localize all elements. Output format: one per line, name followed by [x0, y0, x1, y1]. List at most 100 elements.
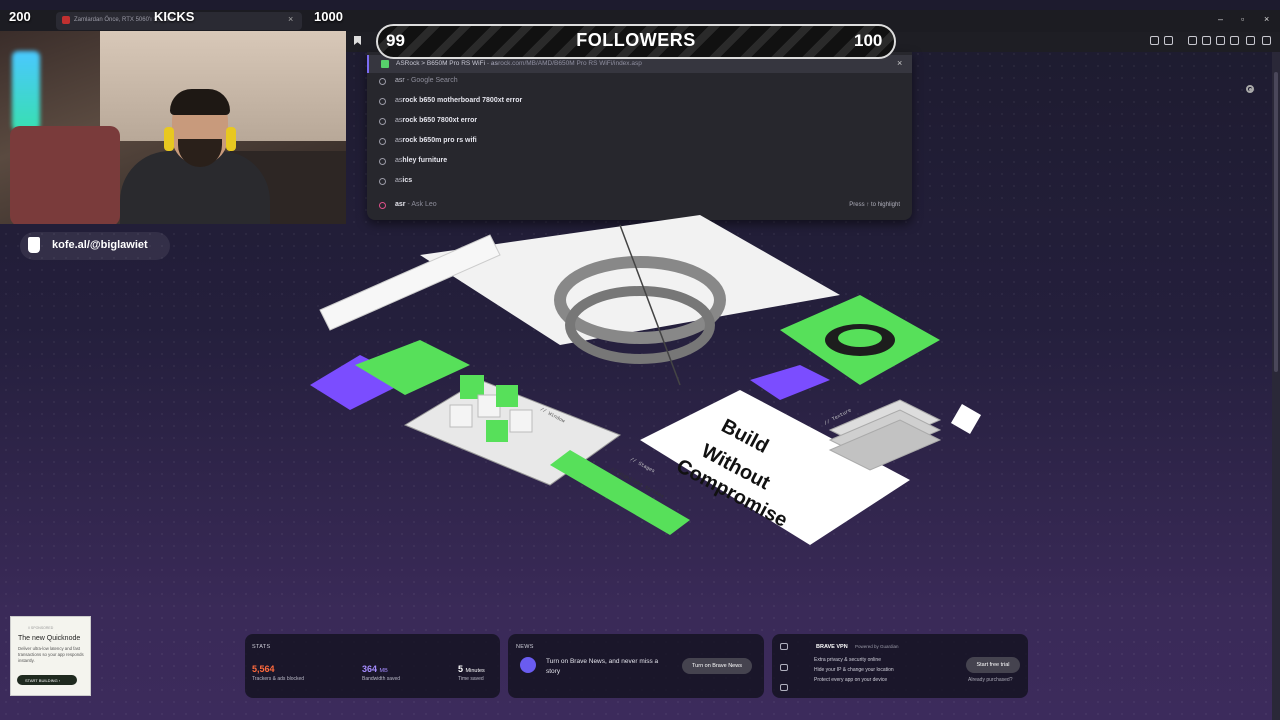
suggestion-text: asrock b650 motherboard 7800xt error: [395, 97, 522, 104]
vpn-feature: Hide your IP & change your location: [814, 667, 894, 673]
suggestion-history[interactable]: asrock b650m pro rs wifi: [367, 133, 912, 151]
ad-sponsored-tag: // SPONSORED: [28, 626, 54, 630]
vpn-warning-icon: [780, 664, 788, 671]
completion-text: rock b650 7800xt error: [402, 117, 478, 124]
suggestion-text: asrock b650 7800xt error: [395, 117, 477, 124]
followers-title: FOLLOWERS: [576, 30, 696, 50]
followers-current: 99: [386, 31, 405, 50]
news-label: NEWS: [516, 644, 534, 650]
webcam-feed: [0, 31, 346, 224]
suggestion-source: - Google Search: [406, 77, 458, 84]
media-icon[interactable]: [1188, 36, 1197, 45]
history-icon: [379, 98, 386, 105]
shield-icon[interactable]: [1246, 36, 1255, 45]
illus-main-sheet: [420, 215, 840, 345]
trackers-blocked-label: Trackers & ads blocked: [252, 676, 305, 682]
top-match-url: rock.com/MB/AMD/B650M Pro RS WiFi/index.…: [498, 60, 642, 67]
history-icon: [379, 138, 386, 145]
top-match-site: ASRock > B650M Pro RS WiFi: [396, 60, 486, 67]
suggestion-history[interactable]: asrock b650 7800xt error: [367, 113, 912, 131]
history-icon: [379, 118, 386, 125]
menu-icon[interactable]: [1262, 36, 1271, 45]
cam-light: [12, 51, 40, 131]
close-window-icon[interactable]: ×: [1264, 14, 1269, 24]
leo-icon: [379, 202, 386, 209]
site-favicon-icon: [381, 60, 389, 68]
top-match-text: ASRock > B650M Pro RS WiFi - asrock.com/…: [396, 60, 642, 67]
restore-icon[interactable]: ▫: [1241, 14, 1244, 24]
search-icon: [379, 178, 386, 185]
vpn-feature: Extra privacy & security online: [814, 657, 881, 663]
ad-cta-button[interactable]: START BUILDING ›: [17, 675, 77, 685]
suggestion-search[interactable]: ashley furniture: [367, 153, 912, 171]
cup-icon: [28, 237, 40, 253]
turn-on-news-button[interactable]: Turn on Brave News: [682, 658, 752, 674]
suggestion-text: asics: [395, 177, 412, 184]
vpn-device-icon: [780, 684, 788, 691]
suggestion-history[interactable]: asrock b650 motherboard 7800xt error: [367, 93, 912, 111]
scrollbar-thumb[interactable]: [1274, 72, 1278, 372]
time-saved-label: Time saved: [458, 676, 484, 682]
ad-body: Deliver ultra-low latency and fast trans…: [18, 646, 84, 663]
typed-text: asr: [395, 77, 405, 84]
time-saved-value: 5 Minutes: [458, 664, 485, 674]
headphones-right: [226, 127, 236, 151]
highlight-hint: Press ↑ to highlight: [849, 202, 900, 208]
suggestion-text: ashley furniture: [395, 157, 447, 164]
suggestion-source: - Ask Leo: [407, 201, 437, 208]
completion-text: rock b650 motherboard 7800xt error: [402, 97, 523, 104]
start-free-trial-button[interactable]: Start free trial: [966, 657, 1020, 673]
vpn-powered-by: Powered by Guardian: [855, 644, 899, 649]
already-purchased-link[interactable]: Already purchased?: [968, 677, 1012, 683]
suggestion-ask-leo[interactable]: asr - Ask Leo Press ↑ to highlight: [367, 197, 912, 215]
minimize-icon[interactable]: –: [1218, 14, 1223, 24]
illus-badge-core: [838, 329, 882, 347]
typed-text: asr: [395, 201, 406, 208]
bandwidth-number: 364: [362, 664, 378, 674]
top-match-url-prefix: as: [490, 60, 499, 67]
headphones-left: [164, 127, 174, 151]
suggestion-text: asr - Ask Leo: [395, 201, 437, 208]
ad-title: The new Quicknode: [18, 635, 81, 642]
illus-white-cube: [950, 403, 982, 435]
cam-person-hair: [170, 89, 230, 115]
tab-close-icon[interactable]: ×: [288, 14, 293, 24]
news-icon: [520, 657, 536, 673]
brave-background-illustration: Build Without Compromise // Highlight St…: [310, 215, 982, 545]
cam-chair: [10, 126, 120, 224]
bandwidth-label: Bandwidth saved: [362, 676, 401, 682]
extension-icon[interactable]: [1150, 36, 1159, 45]
vpn-feature: Protect every app on your device: [814, 677, 888, 683]
suggestion-text: asr - Google Search: [395, 77, 458, 84]
omnibox-dropdown: ASRock > B650M Pro RS WiFi - asrock.com/…: [367, 52, 912, 220]
bandwidth-unit: MB: [379, 668, 388, 674]
illus-purple-chip: [750, 365, 830, 400]
suggestion-search[interactable]: asics: [367, 173, 912, 191]
completion-text: ics: [402, 177, 413, 184]
search-icon: [379, 158, 386, 165]
trackers-blocked-value: 5,564: [252, 664, 275, 674]
suggestion-google[interactable]: asr - Google Search: [367, 73, 912, 91]
vpn-title: BRAVE VPN: [816, 644, 848, 650]
time-number: 5: [458, 664, 464, 674]
kofe-link: kofe.al/@biglawiet: [52, 239, 148, 251]
overlay-kicks-goal: 1000: [314, 9, 343, 24]
illus-tag-stages: // Stages: [629, 456, 656, 474]
vpn-shield-icon: [780, 643, 788, 650]
omnibox-close-icon[interactable]: ×: [897, 58, 902, 68]
leo-icon[interactable]: [1230, 36, 1239, 45]
search-icon: [379, 78, 386, 85]
bandwidth-value: 364 MB: [362, 664, 388, 674]
suggestion-text: asrock b650m pro rs wifi: [395, 137, 477, 144]
illus-highlighter: [550, 450, 690, 535]
completion-text: hley furniture: [402, 157, 448, 164]
tab-favicon-icon: [62, 16, 70, 24]
overlay-kicks-label: KICKS: [154, 9, 195, 24]
wallet-icon[interactable]: [1216, 36, 1225, 45]
stats-label: STATS: [252, 644, 271, 650]
customize-icon-center: [1248, 87, 1252, 91]
news-text: Turn on Brave News, and never miss a sto…: [546, 658, 659, 675]
tab-search-icon[interactable]: [1164, 36, 1173, 45]
overlay-left-count: 200: [9, 9, 31, 24]
sidebar-icon[interactable]: [1202, 36, 1211, 45]
